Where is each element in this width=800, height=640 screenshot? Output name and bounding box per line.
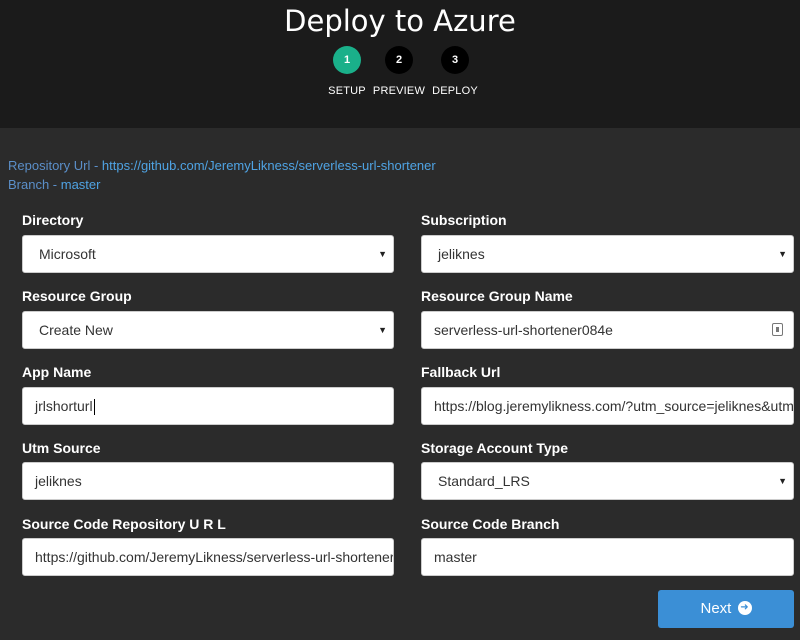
subscription-value: jeliknes xyxy=(438,246,485,262)
step-number: 2 xyxy=(385,46,413,74)
dropdown-arrow-icon: ▼ xyxy=(778,476,787,486)
directory-value: Microsoft xyxy=(39,246,96,262)
resource-group-name-value: serverless-url-shortener084e xyxy=(434,322,613,338)
arrow-right-circle-icon: ➜ xyxy=(737,601,752,616)
utm-source-value: jeliknes xyxy=(35,473,82,489)
subscription-select[interactable]: jeliknes ▼ xyxy=(421,235,794,273)
resource-group-label: Resource Group xyxy=(22,288,132,304)
repository-info: Repository Url - https://github.com/Jere… xyxy=(8,156,436,194)
fallback-url-value: https://blog.jeremylikness.com/?utm_sour… xyxy=(434,398,794,414)
page-title: Deploy to Azure xyxy=(284,4,516,38)
next-button-label: Next xyxy=(700,600,732,617)
fallback-url-input[interactable]: https://blog.jeremylikness.com/?utm_sour… xyxy=(421,387,794,425)
repository-url-link[interactable]: https://github.com/JeremyLikness/serverl… xyxy=(102,158,436,173)
branch-link[interactable]: master xyxy=(61,177,101,192)
repository-url-line: Repository Url - https://github.com/Jere… xyxy=(8,156,436,175)
header: Deploy to Azure 1 SETUP 2 PREVIEW 3 DEPL… xyxy=(0,0,800,128)
dropdown-arrow-icon: ▼ xyxy=(778,249,787,259)
app-name-label: App Name xyxy=(22,364,92,380)
directory-select[interactable]: Microsoft ▼ xyxy=(22,235,394,273)
step-deploy[interactable]: 3 DEPLOY xyxy=(410,46,500,97)
source-repo-url-value: https://github.com/JeremyLikness/serverl… xyxy=(35,549,394,565)
dropdown-arrow-icon: ▼ xyxy=(378,249,387,259)
step-label: DEPLOY xyxy=(432,85,478,97)
source-branch-input[interactable]: master xyxy=(421,538,794,576)
password-manager-icon[interactable] xyxy=(772,323,783,336)
source-repo-url-input[interactable]: https://github.com/JeremyLikness/serverl… xyxy=(22,538,394,576)
dropdown-arrow-icon: ▼ xyxy=(378,325,387,335)
directory-label: Directory xyxy=(22,212,84,228)
resource-group-select[interactable]: Create New ▼ xyxy=(22,311,394,349)
next-button[interactable]: Next ➜ xyxy=(658,590,794,628)
fallback-url-label: Fallback Url xyxy=(421,364,501,380)
storage-account-type-select[interactable]: Standard_LRS ▼ xyxy=(421,462,794,500)
resource-group-name-label: Resource Group Name xyxy=(421,288,573,304)
step-number: 3 xyxy=(441,46,469,74)
source-repo-url-label: Source Code Repository U R L xyxy=(22,516,226,532)
app-name-input[interactable]: jrlshorturl xyxy=(22,387,394,425)
resource-group-name-input[interactable]: serverless-url-shortener084e xyxy=(421,311,794,349)
resource-group-value: Create New xyxy=(39,322,113,338)
utm-source-label: Utm Source xyxy=(22,440,101,456)
utm-source-input[interactable]: jeliknes xyxy=(22,462,394,500)
source-branch-label: Source Code Branch xyxy=(421,516,560,532)
branch-label: Branch - xyxy=(8,177,61,192)
storage-account-type-label: Storage Account Type xyxy=(421,440,569,456)
branch-line: Branch - master xyxy=(8,175,436,194)
repository-url-label: Repository Url - xyxy=(8,158,102,173)
source-branch-value: master xyxy=(434,549,477,565)
subscription-label: Subscription xyxy=(421,212,507,228)
storage-account-type-value: Standard_LRS xyxy=(438,473,530,489)
app-name-value: jrlshorturl xyxy=(35,398,93,414)
text-cursor xyxy=(93,399,95,416)
